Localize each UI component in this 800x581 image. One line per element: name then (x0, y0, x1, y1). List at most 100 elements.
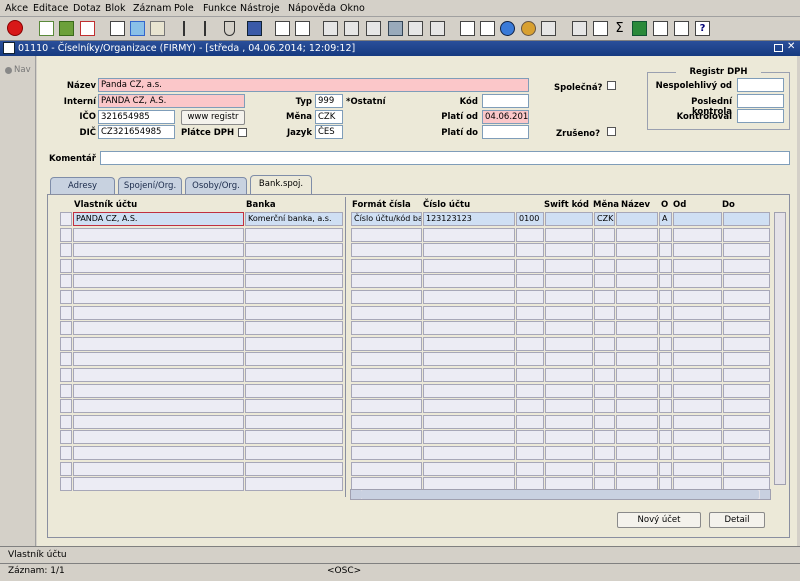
row-indicator[interactable] (60, 430, 72, 445)
grid-cell[interactable] (423, 383, 515, 398)
grid-cell[interactable] (423, 321, 515, 336)
swift-cell[interactable] (545, 212, 593, 226)
grid-cell[interactable] (73, 383, 244, 398)
grid-cell[interactable] (545, 243, 593, 258)
grid-cell[interactable] (659, 461, 672, 476)
grid-cell[interactable] (351, 258, 422, 273)
interni-field[interactable]: PANDA CZ, A.S. (98, 94, 245, 108)
grid-cell[interactable] (423, 414, 515, 429)
grid-cell[interactable] (73, 321, 244, 336)
row-indicator[interactable] (60, 368, 72, 382)
grid-cell[interactable] (594, 383, 615, 398)
grid-cell[interactable] (423, 258, 515, 273)
grid-cell[interactable] (616, 290, 658, 304)
cut-icon[interactable] (323, 21, 338, 36)
grid-cell[interactable] (73, 227, 244, 242)
nazev-cell[interactable] (616, 212, 658, 226)
edit-icon[interactable] (572, 21, 587, 36)
grid-cell[interactable] (594, 243, 615, 258)
grid-cell[interactable] (594, 258, 615, 273)
grid-cell[interactable] (673, 274, 722, 289)
grid-cell[interactable] (616, 243, 658, 258)
grid-cell[interactable] (723, 321, 770, 336)
grid-cell[interactable] (659, 430, 672, 445)
menu-napoveda[interactable]: Nápověda (288, 3, 336, 14)
grid-cell[interactable] (73, 414, 244, 429)
grid-cell[interactable] (545, 290, 593, 304)
menu-funkce[interactable]: Funkce (203, 3, 237, 14)
grid-cell[interactable] (673, 321, 722, 336)
grid-cell[interactable] (516, 399, 544, 414)
www-registr-button[interactable]: www registr (181, 110, 245, 125)
grid-cell[interactable] (616, 227, 658, 242)
grid-cell[interactable] (594, 305, 615, 320)
grid-cell[interactable] (616, 399, 658, 414)
grid-cell[interactable] (594, 352, 615, 367)
row-indicator[interactable] (60, 336, 72, 351)
scroll-left-icon[interactable] (351, 490, 361, 499)
do-cell[interactable] (723, 212, 770, 226)
grid-cell[interactable] (673, 414, 722, 429)
grid-cell[interactable] (673, 352, 722, 367)
row-indicator[interactable] (60, 321, 72, 336)
row-indicator[interactable] (60, 243, 72, 258)
grid-cell[interactable] (723, 274, 770, 289)
grid-cell[interactable] (351, 446, 422, 460)
grid-cell[interactable] (245, 321, 343, 336)
grid-cell[interactable] (616, 383, 658, 398)
grid-cell[interactable] (245, 368, 343, 382)
grid-cell[interactable] (616, 258, 658, 273)
nazev-field[interactable]: Panda CZ, a.s. (98, 78, 529, 92)
email-icon[interactable] (295, 21, 310, 36)
grid-cell[interactable] (516, 321, 544, 336)
row-indicator[interactable] (60, 399, 72, 414)
scroll-right-icon[interactable] (760, 490, 770, 499)
banka-cell[interactable]: Komerční banka, a.s. (245, 212, 343, 226)
menu-editace[interactable]: Editace (33, 3, 68, 14)
grid-cell[interactable] (594, 368, 615, 382)
grid-cell[interactable] (545, 383, 593, 398)
grid-cell[interactable] (659, 383, 672, 398)
grid-cell[interactable] (516, 274, 544, 289)
grid-cell[interactable] (594, 274, 615, 289)
exit-icon[interactable] (7, 20, 23, 36)
row-indicator[interactable] (60, 352, 72, 367)
grid-cell[interactable] (423, 352, 515, 367)
menu-akce[interactable]: Akce (5, 3, 28, 14)
grid-cell[interactable] (516, 227, 544, 242)
grid-cell[interactable] (673, 399, 722, 414)
grid-cell[interactable] (516, 305, 544, 320)
spolecna-checkbox[interactable] (607, 81, 616, 90)
tab-bank-spoj[interactable]: Bank.spoj. (250, 175, 312, 194)
grid-cell[interactable] (659, 446, 672, 460)
grid-cell[interactable] (245, 383, 343, 398)
grid-cell[interactable] (423, 290, 515, 304)
grid-cell[interactable] (73, 477, 244, 492)
find-icon[interactable] (344, 21, 359, 36)
grid-cell[interactable] (723, 430, 770, 445)
grid-cell[interactable] (673, 368, 722, 382)
grid-cell[interactable] (545, 274, 593, 289)
calculator-icon[interactable] (460, 21, 475, 36)
grid-cell[interactable] (351, 274, 422, 289)
grid-cell[interactable] (73, 305, 244, 320)
grid-cell[interactable] (516, 430, 544, 445)
grid-cell[interactable] (245, 414, 343, 429)
grid-cell[interactable] (594, 430, 615, 445)
grid-cell[interactable] (73, 274, 244, 289)
close-icon[interactable]: ✕ (787, 41, 795, 52)
grid-cell[interactable] (594, 446, 615, 460)
grid-cell[interactable] (516, 336, 544, 351)
zruseno-checkbox[interactable] (607, 127, 616, 136)
list-icon[interactable] (408, 21, 423, 36)
grid-cell[interactable] (545, 461, 593, 476)
globe-icon[interactable] (500, 21, 515, 36)
grid-cell[interactable] (423, 274, 515, 289)
grid-cell[interactable] (594, 227, 615, 242)
document-icon[interactable] (480, 21, 495, 36)
grid-cell[interactable] (673, 243, 722, 258)
grid-cell[interactable] (245, 290, 343, 304)
grid-cell[interactable] (351, 399, 422, 414)
typ-field[interactable]: 999 (315, 94, 343, 108)
grid-cell[interactable] (516, 383, 544, 398)
